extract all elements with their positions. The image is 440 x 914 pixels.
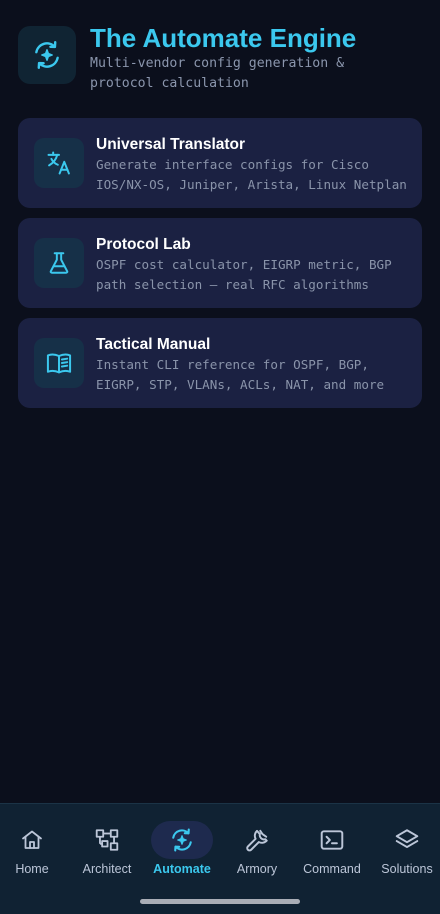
nav-label: Solutions — [381, 862, 433, 876]
nav-item-architect[interactable]: Architect — [69, 816, 145, 882]
terminal-icon — [301, 821, 363, 859]
nav-item-armory[interactable]: Armory — [219, 816, 295, 882]
card-tactical-manual[interactable]: Tactical Manual Instant CLI reference fo… — [18, 318, 422, 408]
nav-label: Architect — [82, 862, 132, 876]
card-title: Universal Translator — [96, 136, 246, 153]
card-description: Generate interface configs for Cisco IOS… — [96, 157, 407, 192]
nav-item-automate[interactable]: Automate — [144, 816, 220, 882]
automate-sparkle-icon — [18, 26, 76, 84]
bottom-navigation: Home Architect Automate Armory Command S… — [0, 803, 440, 914]
page-subtitle: Multi-vendor config generation & protoco… — [90, 56, 345, 91]
nav-item-home[interactable]: Home — [0, 816, 70, 882]
app-header: The Automate Engine Multi-vendor config … — [18, 24, 428, 96]
layers-icon — [376, 821, 438, 859]
feature-card-list: Universal Translator Generate interface … — [18, 118, 422, 418]
automate-sparkle-icon — [151, 821, 213, 859]
topology-icon — [76, 821, 138, 859]
nav-label: Command — [303, 862, 361, 876]
wrench-icon — [226, 821, 288, 859]
nav-item-command[interactable]: Command — [294, 816, 370, 882]
card-description: OSPF cost calculator, EIGRP metric, BGP … — [96, 257, 392, 292]
nav-label: Armory — [236, 862, 278, 876]
flask-icon — [34, 238, 84, 288]
card-description: Instant CLI reference for OSPF, BGP, EIG… — [96, 357, 385, 392]
nav-label: Automate — [153, 862, 211, 876]
card-title: Protocol Lab — [96, 236, 191, 253]
nav-label: Home — [15, 862, 49, 876]
card-universal-translator[interactable]: Universal Translator Generate interface … — [18, 118, 422, 208]
translate-icon — [34, 138, 84, 188]
home-icon — [1, 821, 63, 859]
nav-item-solutions[interactable]: Solutions — [369, 816, 440, 882]
card-title: Tactical Manual — [96, 336, 211, 353]
book-icon — [34, 338, 84, 388]
page-title: The Automate Engine — [90, 23, 357, 53]
card-protocol-lab[interactable]: Protocol Lab OSPF cost calculator, EIGRP… — [18, 218, 422, 308]
gesture-handle[interactable] — [140, 899, 300, 904]
